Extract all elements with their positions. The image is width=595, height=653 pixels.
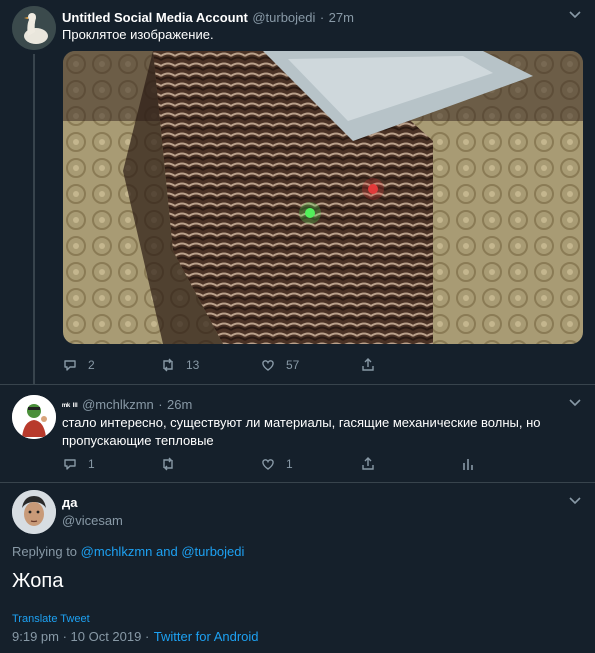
reply-icon (64, 360, 76, 371)
share-button[interactable] (360, 357, 376, 373)
replying-user-link[interactable]: @mchlkzmn (81, 544, 153, 559)
retweet-button[interactable] (160, 456, 176, 472)
tweet-time[interactable]: 27m (329, 10, 354, 25)
author-name[interactable]: ᵐᵏ ᴵᴵᴵ (62, 401, 78, 411)
like-button[interactable]: 1 (260, 456, 293, 472)
share-button[interactable] (360, 456, 376, 472)
replying-and: and (156, 544, 178, 559)
translate-tweet-link[interactable]: Translate Tweet (12, 613, 90, 625)
like-icon (262, 459, 274, 470)
retweet-icon (163, 358, 173, 372)
chevron-down-icon[interactable] (568, 10, 582, 20)
analytics-icon (463, 459, 473, 470)
replying-user-link[interactable]: @turbojedi (181, 544, 244, 559)
tweet-actions: 2 13 57 (62, 357, 582, 377)
main-tweet: да @vicesam Replying to @mchlkzmn and @t… (0, 482, 595, 653)
tweet-turbojedi[interactable]: Untitled Social Media Account @turbojedi… (0, 0, 595, 384)
retweet-button[interactable]: 13 (160, 357, 199, 373)
like-button[interactable]: 57 (260, 357, 299, 373)
divider (0, 384, 595, 385)
author-name[interactable]: Untitled Social Media Account (62, 10, 248, 25)
share-icon (362, 457, 374, 470)
retweet-icon (163, 457, 173, 471)
replying-prefix: Replying to (12, 544, 78, 559)
tweet-mchlkzmn[interactable]: ᵐᵏ ᴵᴵᴵ @mchlkzmn · 26m стало интересно, … (0, 384, 595, 482)
chevron-down-icon[interactable] (568, 398, 582, 408)
avatar-vicesam[interactable] (12, 490, 56, 534)
analytics-button[interactable] (460, 456, 476, 472)
author-handle[interactable]: @mchlkzmn (82, 397, 154, 412)
tweet-text: стало интересно, существуют ли материалы… (62, 415, 541, 448)
reply-button[interactable]: 1 (62, 456, 95, 472)
retweet-count: 13 (186, 358, 200, 372)
tweet-client-link[interactable]: Twitter for Android (154, 629, 259, 644)
author-name[interactable]: да (62, 495, 77, 510)
replying-to: Replying to @mchlkzmn and @turbojedi (12, 544, 244, 559)
reply-button[interactable]: 2 (62, 357, 95, 373)
avatar-mchlkzmn[interactable] (12, 395, 56, 439)
divider (0, 482, 595, 483)
separator-dot: · (319, 10, 325, 25)
reply-count: 1 (88, 457, 95, 471)
separator-dot: · (158, 397, 163, 412)
tweet-time[interactable]: 26m (167, 397, 192, 412)
chevron-down-icon[interactable] (568, 496, 582, 506)
tweet-text: Проклятое изображение. (62, 27, 214, 42)
share-icon (362, 358, 374, 371)
reply-count: 2 (88, 358, 95, 372)
tweet-timestamp[interactable]: 9:19 pm · 10 Oct 2019 · (12, 629, 149, 644)
avatar-turbojedi[interactable] (12, 6, 56, 50)
like-icon (262, 360, 274, 371)
like-count: 1 (286, 457, 293, 471)
thread-line (33, 54, 35, 384)
tweet-text: Жопа (12, 570, 64, 592)
author-handle[interactable]: @turbojedi (252, 10, 315, 25)
like-count: 57 (286, 358, 300, 372)
tweet-media-image[interactable] (63, 51, 583, 344)
tweet-actions: 1 1 (62, 456, 582, 476)
author-handle[interactable]: @vicesam (62, 513, 123, 528)
reply-icon (64, 459, 76, 470)
